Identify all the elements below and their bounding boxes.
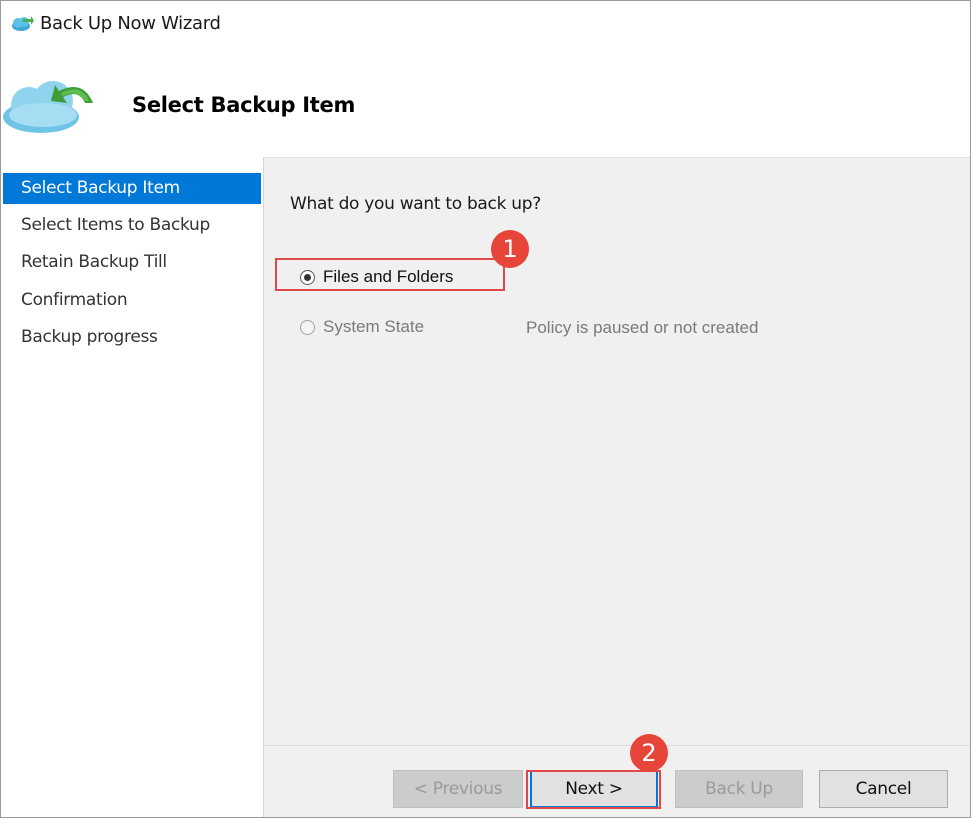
wizard-footer: < Previous Next > Back Up Cancel 2 <box>264 734 970 817</box>
page-title: Select Backup Item <box>132 93 356 117</box>
policy-status-note: Policy is paused or not created <box>526 318 759 337</box>
files-and-folders-label: Files and Folders <box>323 267 454 286</box>
step-retain-backup-till[interactable]: Retain Backup Till <box>3 247 261 278</box>
option-system-state: System State <box>300 314 424 340</box>
backup-question: What do you want to back up? <box>290 194 541 214</box>
step-select-items-to-backup[interactable]: Select Items to Backup <box>3 210 261 241</box>
cloud-backup-icon <box>12 16 34 31</box>
files-and-folders-radio[interactable] <box>300 269 315 285</box>
system-state-label: System State <box>323 317 425 336</box>
wizard-content: What do you want to back up? Files and F… <box>264 157 970 746</box>
back-up-button: Back Up <box>675 770 803 808</box>
next-button[interactable]: Next > <box>530 770 658 808</box>
system-state-radio <box>300 319 315 335</box>
previous-button: < Previous <box>393 770 523 808</box>
wizard-steps-sidebar: Select Backup Item Select Items to Backu… <box>1 157 264 817</box>
step-badge-2: 2 <box>630 734 668 772</box>
title-bar: Back Up Now Wizard <box>1 1 970 47</box>
option-files-and-folders[interactable]: Files and Folders <box>300 264 453 290</box>
window-title: Back Up Now Wizard <box>40 13 221 34</box>
cancel-button[interactable]: Cancel <box>819 770 948 808</box>
cloud-backup-logo-icon <box>3 81 93 133</box>
step-confirmation[interactable]: Confirmation <box>3 285 261 316</box>
step-badge-1: 1 <box>491 230 529 268</box>
step-select-backup-item[interactable]: Select Backup Item <box>3 173 261 204</box>
wizard-header: Select Backup Item <box>1 47 970 156</box>
wizard-window: Back Up Now Wizard Select Backup Item Se… <box>0 0 971 818</box>
step-backup-progress[interactable]: Backup progress <box>3 322 261 353</box>
